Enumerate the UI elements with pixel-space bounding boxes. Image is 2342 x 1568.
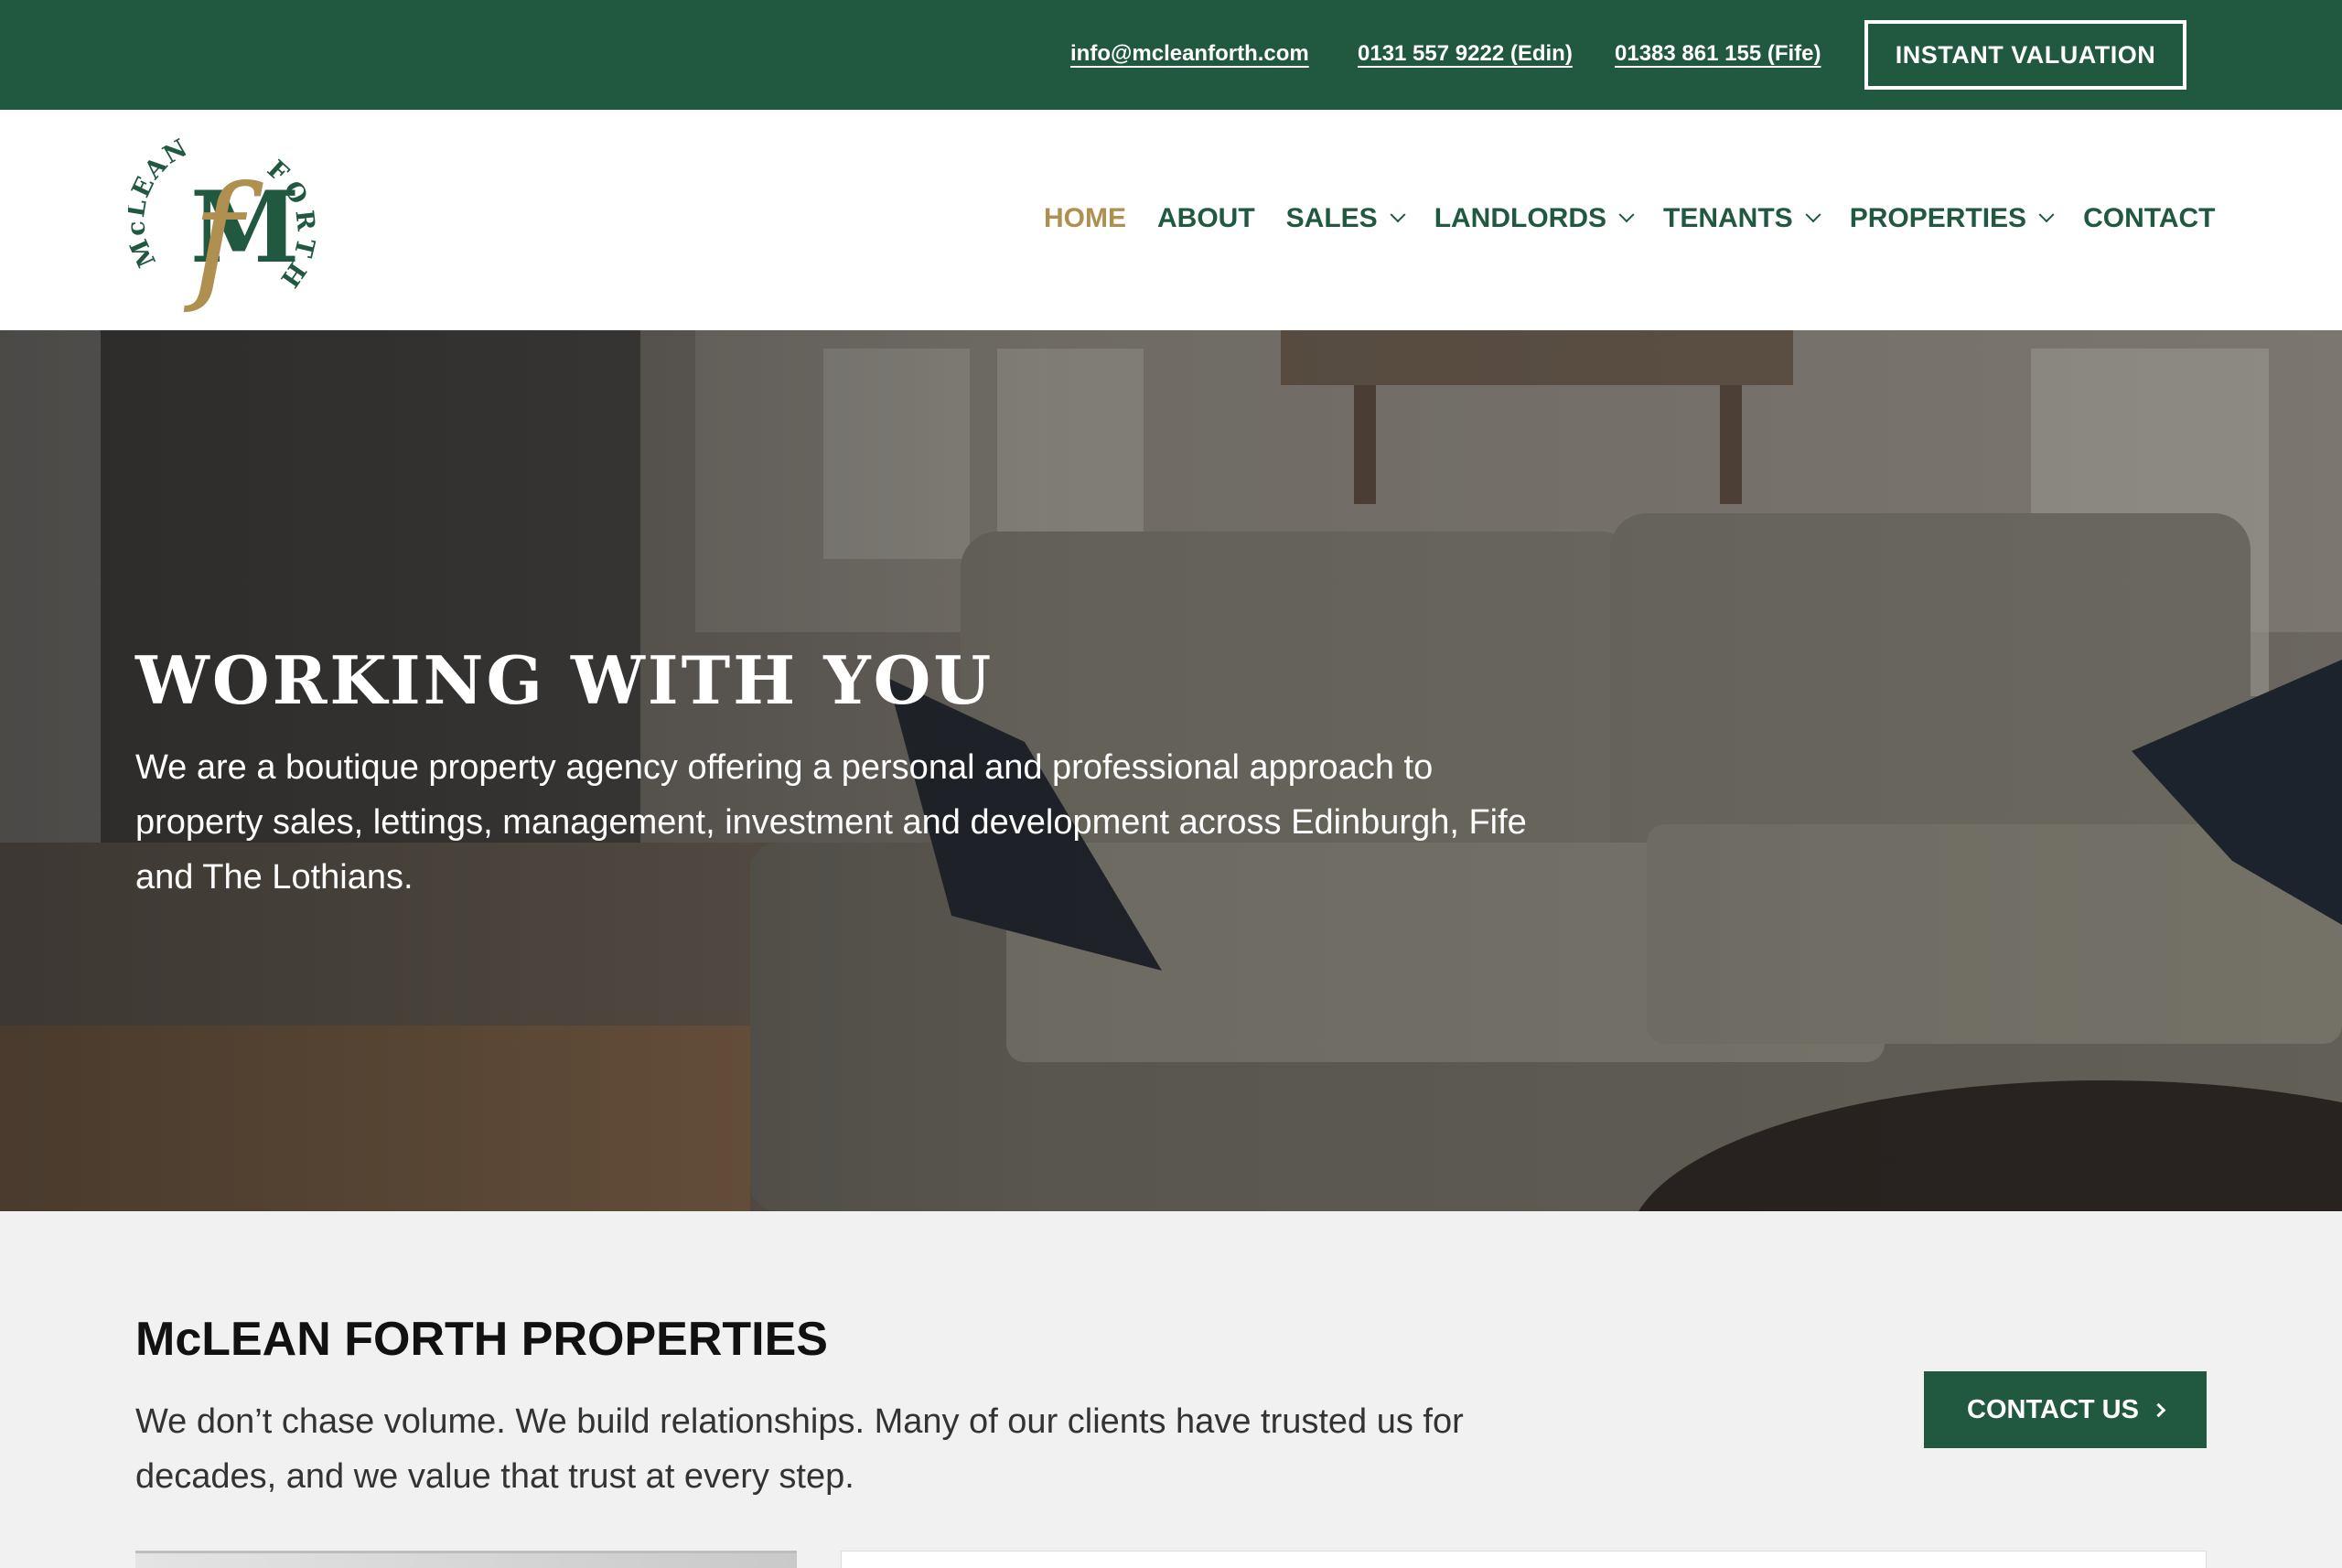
- hero-description: We are a boutique property agency offeri…: [135, 748, 1527, 897]
- logo-ring-top-text: McLEAN: [128, 134, 192, 272]
- email-link[interactable]: info@mcleanforth.com: [1070, 41, 1309, 67]
- nav-contact-label: CONTACT: [2083, 203, 2216, 233]
- nav-landlords[interactable]: LANDLORDS: [1434, 203, 1635, 234]
- top-bar: info@mcleanforth.com 0131 557 9222 (Edin…: [0, 0, 2342, 110]
- nav-home-label: HOME: [1044, 203, 1126, 233]
- site-header: McLEAN FORTH M f HOME ABOUT SALES LANDLO…: [0, 110, 2342, 330]
- chevron-down-icon: [1390, 207, 1406, 223]
- svg-text:McLEAN: McLEAN: [128, 134, 194, 272]
- section-title: McLEAN FORTH PROPERTIES: [135, 1313, 828, 1366]
- phone-edinburgh-link[interactable]: 0131 557 9222 (Edin): [1358, 41, 1573, 67]
- nav-contact[interactable]: CONTACT: [2083, 203, 2215, 234]
- phone-fife-link[interactable]: 01383 861 155 (Fife): [1615, 41, 1821, 67]
- property-image-card[interactable]: [135, 1551, 797, 1568]
- nav-sales[interactable]: SALES: [1285, 203, 1406, 234]
- nav-about-label: ABOUT: [1157, 203, 1255, 233]
- hero-title: WORKING WITH YOU: [135, 641, 994, 719]
- main-nav: HOME ABOUT SALES LANDLORDS TENANTS PROPE…: [1044, 203, 2215, 234]
- hero-banner: WORKING WITH YOU We are a boutique prope…: [0, 330, 2342, 1211]
- chevron-down-icon: [1618, 207, 1635, 223]
- nav-tenants-label: TENANTS: [1663, 203, 1793, 233]
- section-description: We don’t chase volume. We build relation…: [135, 1402, 1464, 1496]
- contact-us-label: CONTACT US: [1967, 1394, 2139, 1424]
- chevron-down-icon: [1805, 207, 1821, 223]
- nav-landlords-label: LANDLORDS: [1434, 203, 1607, 233]
- instant-valuation-button[interactable]: INSTANT VALUATION: [1864, 20, 2186, 90]
- nav-properties-label: PROPERTIES: [1849, 203, 2027, 233]
- chevron-down-icon: [2038, 207, 2055, 223]
- chevron-right-icon: [2151, 1402, 2166, 1417]
- property-info-card[interactable]: [841, 1551, 2207, 1568]
- nav-properties[interactable]: PROPERTIES: [1849, 203, 2055, 234]
- logo[interactable]: McLEAN FORTH M f: [128, 126, 320, 317]
- nav-home[interactable]: HOME: [1044, 203, 1126, 234]
- nav-about[interactable]: ABOUT: [1157, 203, 1255, 234]
- nav-sales-label: SALES: [1285, 203, 1378, 233]
- nav-tenants[interactable]: TENANTS: [1663, 203, 1821, 234]
- contact-us-button[interactable]: CONTACT US: [1924, 1371, 2207, 1448]
- properties-section: McLEAN FORTH PROPERTIES We don’t chase v…: [0, 1211, 2342, 1568]
